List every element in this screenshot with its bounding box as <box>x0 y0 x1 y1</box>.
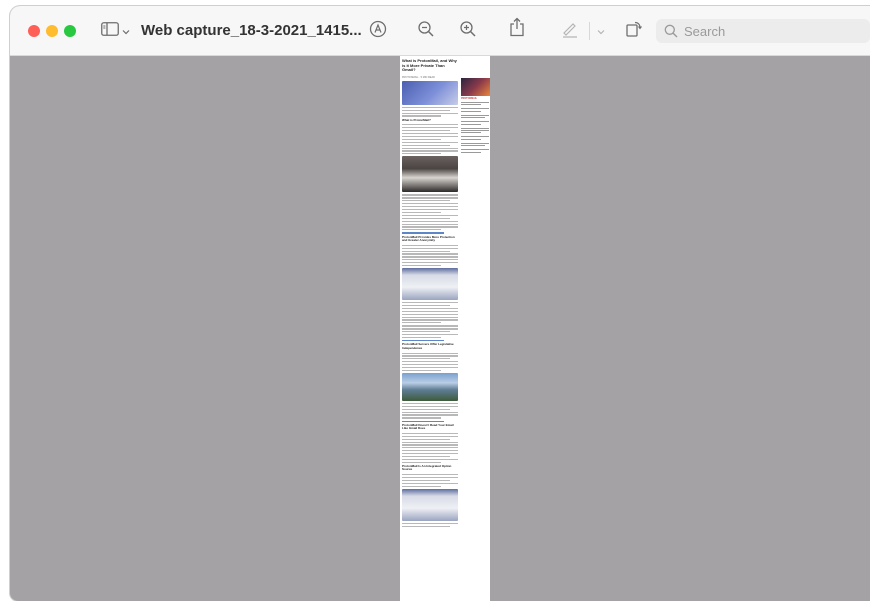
zoom-in-icon <box>459 20 477 43</box>
sidebar-link <box>461 149 489 153</box>
sidebar-toggle-button[interactable] <box>98 20 132 42</box>
paragraph <box>402 214 458 231</box>
search-icon <box>664 24 678 38</box>
article-byline: PROTONMAIL · 5 MIN READ <box>402 75 435 79</box>
rotate-button[interactable] <box>622 20 646 42</box>
paragraph <box>402 352 458 371</box>
toolbar: Web capture_18-3-2021_1415... Search <box>10 6 870 56</box>
zoom-out-icon <box>417 20 435 43</box>
chevron-down-icon <box>122 22 130 40</box>
link-line <box>402 232 458 234</box>
rotate-icon <box>625 20 643 43</box>
section-heading: ProtonMail Doesn't Read Your Email Like … <box>402 422 454 431</box>
markup-button[interactable] <box>366 20 390 42</box>
sidebar-label: PROTONMAIL <box>461 97 478 100</box>
minimize-button[interactable] <box>46 25 58 37</box>
sidebar-link <box>461 121 489 125</box>
sidebar-toggle-icon <box>100 21 119 41</box>
share-icon <box>509 17 525 42</box>
annotate-button[interactable] <box>558 20 582 42</box>
article-sidebar: PROTONMAIL <box>461 78 490 156</box>
section-heading: ProtonMail Is An Integrated Option Sourc… <box>402 463 452 472</box>
section-heading: ProtonMail Servers Offer Legislative Ind… <box>402 342 454 350</box>
paragraph <box>402 432 458 463</box>
search-field[interactable]: Search <box>656 19 870 43</box>
share-button[interactable] <box>505 17 529 42</box>
toolbar-separator <box>589 22 590 40</box>
zoom-in-button[interactable] <box>456 20 480 42</box>
paragraph <box>402 124 458 140</box>
window-title: Web capture_18-3-2021_1415... <box>141 22 362 39</box>
hero-image <box>402 80 458 105</box>
link-line <box>402 340 458 342</box>
close-button[interactable] <box>28 25 40 37</box>
section-heading: ProtonMail Provides More Protection and … <box>402 234 455 243</box>
article-title: What is ProtonMail, and Why is it More P… <box>402 58 457 73</box>
maximize-button[interactable] <box>64 25 76 37</box>
laptop-image <box>402 156 458 193</box>
paragraph <box>402 402 458 419</box>
zoom-out-button[interactable] <box>414 20 438 42</box>
screenshot-image <box>402 488 458 521</box>
screenshot-image <box>402 268 458 301</box>
paragraph <box>402 302 458 324</box>
paragraph <box>402 522 458 527</box>
paragraph <box>402 194 458 213</box>
paragraph <box>402 474 458 487</box>
paragraph <box>402 106 458 117</box>
section-heading: What is ProtonMail? <box>402 117 431 122</box>
paragraph <box>402 244 458 267</box>
pen-icon <box>561 20 579 43</box>
markup-icon <box>369 20 387 43</box>
article-column: What is ProtonMail, and Why is it More P… <box>402 58 458 529</box>
sidebar-link <box>461 136 489 140</box>
link-line <box>402 420 458 422</box>
annotate-options-button[interactable] <box>594 20 608 42</box>
sidebar-link <box>461 127 489 134</box>
sidebar-link <box>461 142 489 147</box>
document-page[interactable]: What is ProtonMail, and Why is it More P… <box>400 56 490 601</box>
sidebar-link <box>461 102 489 106</box>
preview-window: Web capture_18-3-2021_1415... Search Wha… <box>10 6 870 601</box>
chevron-down-icon <box>597 22 605 40</box>
search-placeholder: Search <box>684 23 726 39</box>
sidebar-link <box>461 114 489 119</box>
paragraph <box>402 141 458 155</box>
sidebar-link <box>461 108 489 112</box>
paragraph <box>402 325 458 339</box>
sidebar-image <box>461 78 490 96</box>
mountain-image <box>402 372 458 401</box>
